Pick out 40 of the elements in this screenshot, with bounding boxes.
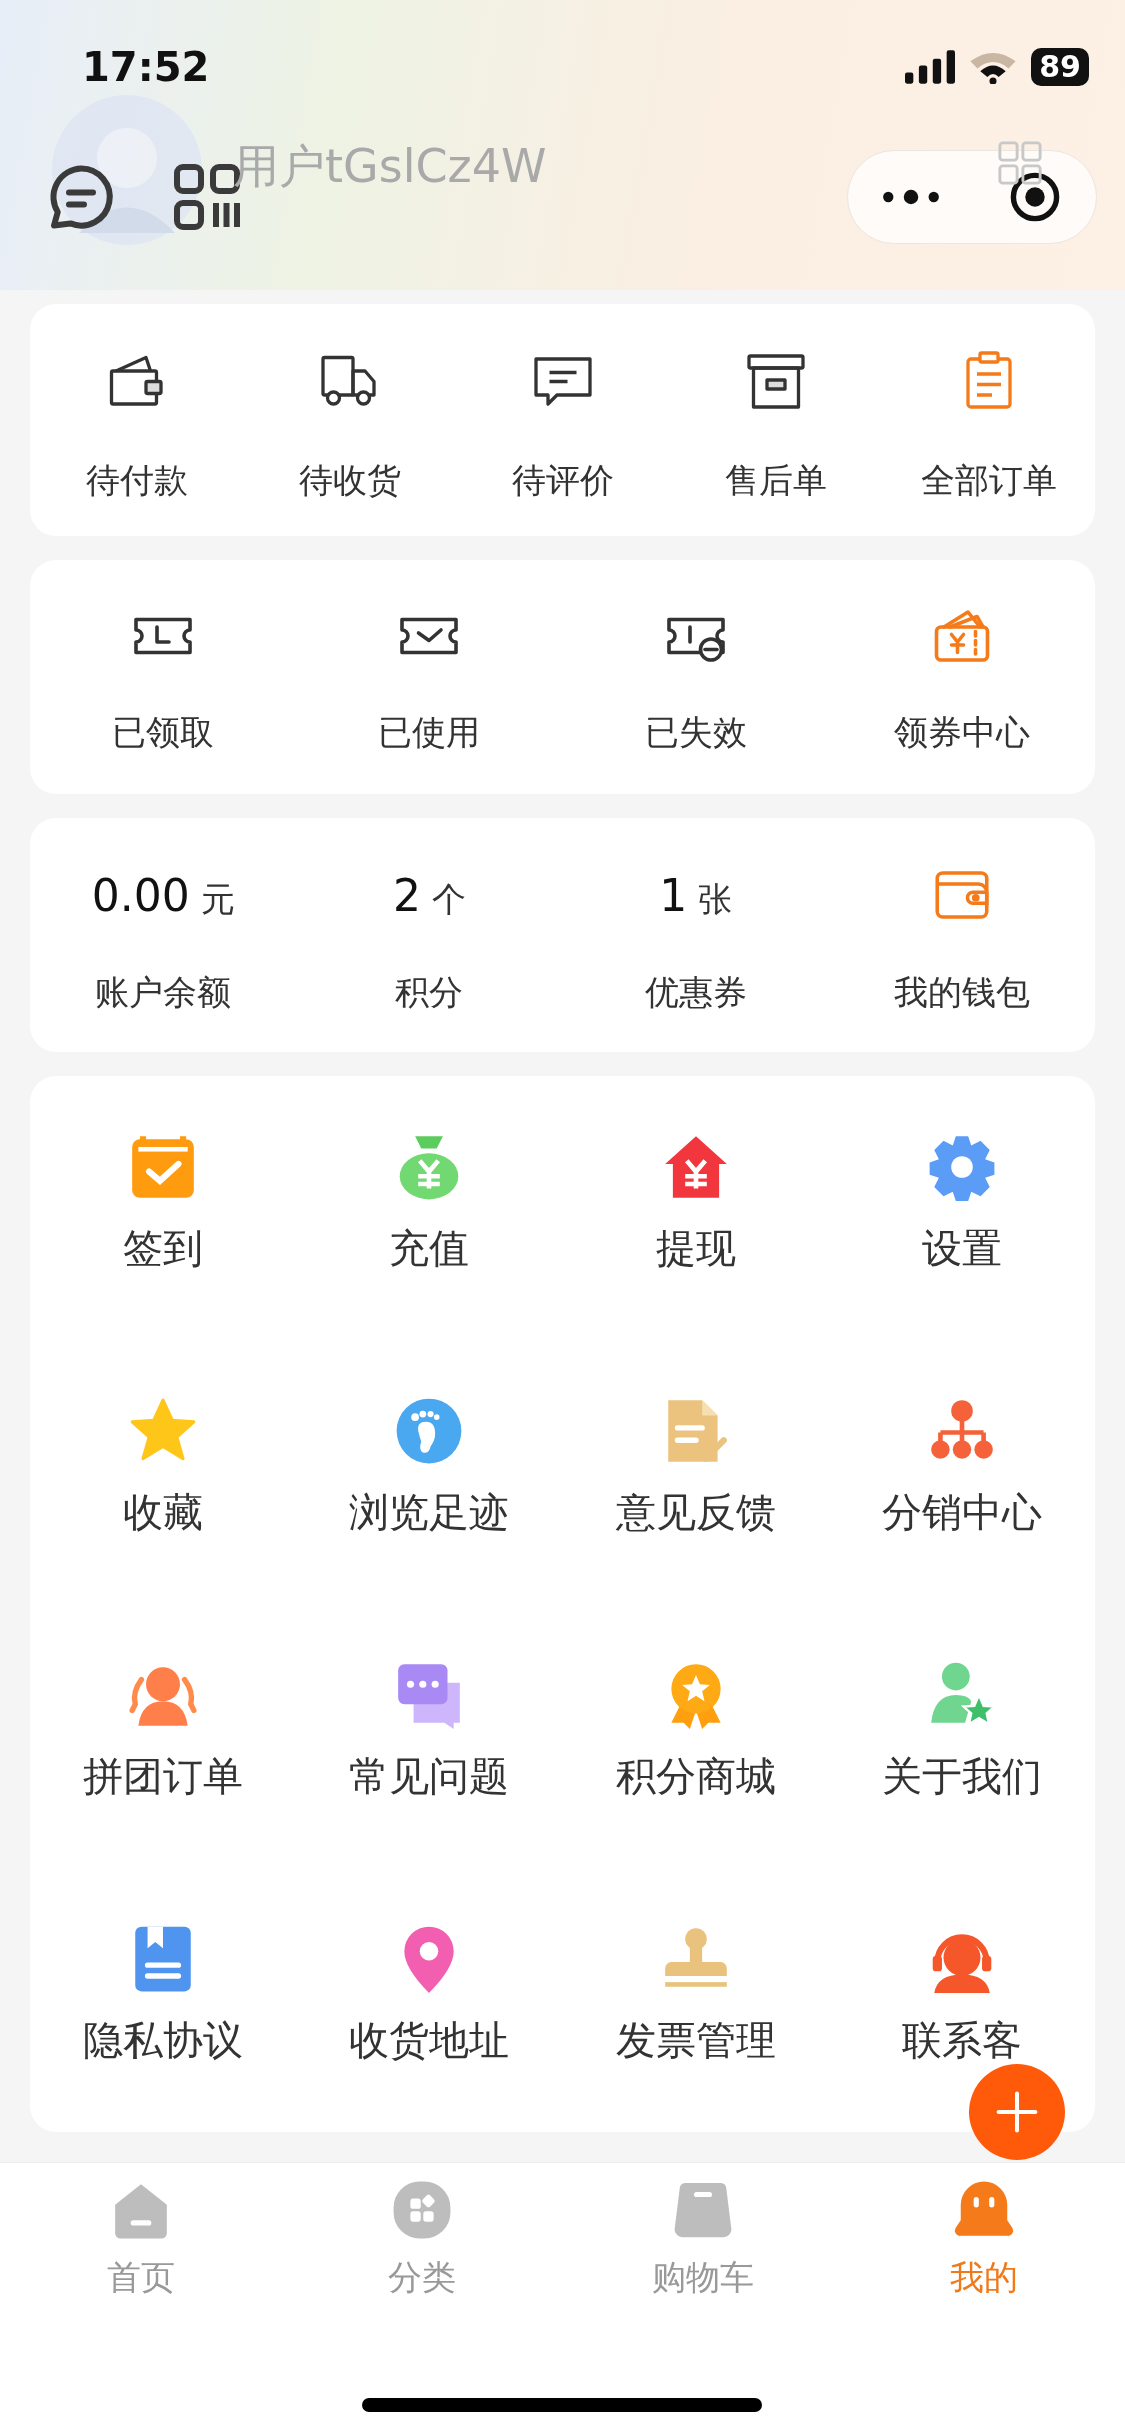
wifi-icon [969, 50, 1018, 84]
status-time: 17:52 [82, 44, 210, 90]
order-label[interactable]: 全部订单 [920, 460, 1057, 500]
signal-icon [905, 50, 956, 84]
service-label[interactable]: 隐私协议 [83, 2016, 244, 2064]
coupon-label[interactable]: 领券中心 [893, 712, 1030, 752]
asset-value: 2 个 [392, 869, 466, 923]
service-label[interactable]: 充值 [389, 1224, 470, 1272]
service-label[interactable]: 关于我们 [881, 1752, 1042, 1800]
service-label[interactable]: 常见问题 [349, 1752, 510, 1800]
asset-value: 0.00 元 [91, 869, 235, 923]
coupon-label[interactable]: 已使用 [378, 712, 481, 752]
service-label[interactable]: 拼团订单 [83, 1752, 244, 1800]
plus-icon [994, 2089, 1040, 2135]
coupon-label[interactable]: 已失效 [644, 712, 747, 752]
order-label[interactable]: 售后单 [724, 460, 827, 500]
asset-label: 积分 [395, 972, 464, 1012]
service-label[interactable]: 积分商城 [615, 1752, 776, 1800]
service-label[interactable]: 签到 [123, 1224, 204, 1272]
wallet-label[interactable]: 我的钱包 [893, 972, 1030, 1012]
service-label[interactable]: 收藏 [123, 1488, 204, 1536]
asset-label: 优惠券 [644, 972, 747, 1012]
order-label[interactable]: 待付款 [85, 460, 188, 500]
service-label[interactable]: 发票管理 [615, 2016, 776, 2064]
service-label[interactable]: 提现 [655, 1224, 736, 1272]
qr-code-icon [997, 140, 1043, 186]
service-label[interactable]: 浏览足迹 [349, 1488, 510, 1536]
close-target-icon[interactable] [1008, 170, 1062, 224]
order-label[interactable]: 待评价 [511, 460, 614, 500]
battery-indicator: 89 [1031, 48, 1089, 86]
service-label[interactable]: 设置 [921, 1224, 1002, 1272]
service-label[interactable]: 收货地址 [349, 2016, 510, 2064]
service-label[interactable]: 意见反馈 [615, 1488, 776, 1536]
coupon-label[interactable]: 已领取 [112, 712, 215, 752]
service-label[interactable]: 分销中心 [881, 1488, 1042, 1536]
asset-label: 账户余额 [95, 972, 232, 1012]
service-label[interactable]: 联系客 [901, 2016, 1022, 2064]
asset-value: 1 张 [659, 869, 733, 923]
username: 用户tGslCz4W [233, 138, 547, 195]
order-label[interactable]: 待收货 [298, 460, 401, 500]
